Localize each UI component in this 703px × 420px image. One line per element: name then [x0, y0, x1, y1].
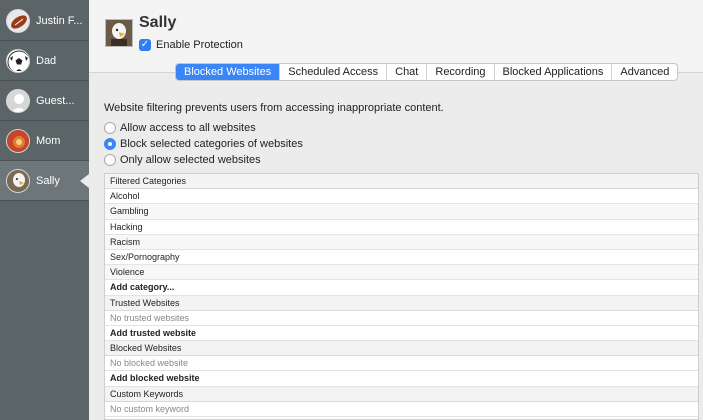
list-header-filtered-categories: Filtered Categories: [105, 174, 698, 190]
keywords-empty-text: No custom keyword: [105, 402, 698, 417]
category-item[interactable]: Sex/Pornography: [105, 250, 698, 266]
add-category-button[interactable]: Add category...: [105, 280, 698, 296]
sidebar-user-dad[interactable]: Dad: [0, 41, 89, 81]
sidebar-user-justin[interactable]: Justin F...: [0, 1, 89, 41]
tab-scheduled-access[interactable]: Scheduled Access: [280, 64, 388, 80]
sidebar-user-name: Guest...: [36, 94, 75, 107]
sidebar-user-name: Mom: [36, 134, 61, 147]
category-item[interactable]: Alcohol: [105, 189, 698, 205]
sidebar-user-name: Justin F...: [36, 14, 83, 27]
category-item[interactable]: Racism: [105, 234, 698, 250]
flower-avatar-icon: [6, 128, 30, 153]
option-allow-all[interactable]: Allow access to all websites: [104, 122, 256, 134]
radio-button-selected[interactable]: [104, 138, 116, 150]
tab-advanced[interactable]: Advanced: [612, 64, 677, 80]
tab-blocked-applications[interactable]: Blocked Applications: [495, 64, 613, 80]
category-item[interactable]: Gambling: [105, 204, 698, 220]
tab-recording[interactable]: Recording: [427, 64, 495, 80]
sidebar-user-name: Dad: [36, 54, 57, 67]
filter-description: Website filtering prevents users from ac…: [104, 102, 444, 114]
option-label: Block selected categories of websites: [120, 138, 303, 150]
website-filter-list: Filtered Categories Alcohol Gambling Hac…: [104, 173, 699, 420]
radio-button[interactable]: [104, 154, 116, 166]
add-blocked-website-button[interactable]: Add blocked website: [105, 371, 698, 387]
enable-protection-row[interactable]: ✓ Enable Protection: [139, 39, 243, 51]
list-header-blocked-websites: Blocked Websites: [105, 341, 698, 357]
tab-blocked-websites[interactable]: Blocked Websites: [176, 64, 281, 80]
option-label: Only allow selected websites: [120, 154, 261, 166]
eagle-avatar-icon: [6, 168, 30, 193]
list-header-custom-keywords: Custom Keywords: [105, 386, 698, 402]
option-label: Allow access to all websites: [120, 122, 256, 134]
list-header-trusted-websites: Trusted Websites: [105, 295, 698, 311]
sidebar-user-name: Sally: [36, 174, 60, 187]
enable-protection-checkbox[interactable]: ✓: [139, 39, 151, 51]
category-item[interactable]: Violence: [105, 265, 698, 281]
sidebar-user-mom[interactable]: Mom: [0, 121, 89, 161]
option-block-selected[interactable]: Block selected categories of websites: [104, 138, 303, 150]
trusted-empty-text: No trusted websites: [105, 311, 698, 326]
generic-person-avatar-icon: [6, 88, 30, 113]
user-sidebar: Justin F... Dad Guest... Mom Sally: [0, 0, 89, 420]
page-title: Sally: [139, 14, 177, 31]
add-trusted-website-button[interactable]: Add trusted website: [105, 325, 698, 342]
blocked-empty-text: No blocked website: [105, 356, 698, 372]
eagle-profile-icon[interactable]: [105, 19, 133, 47]
tab-bar: Blocked Websites Scheduled Access Chat R…: [175, 63, 679, 81]
category-item[interactable]: Hacking: [105, 220, 698, 235]
tab-chat[interactable]: Chat: [387, 64, 428, 80]
sidebar-user-sally[interactable]: Sally: [0, 161, 89, 201]
option-only-allow[interactable]: Only allow selected websites: [104, 154, 261, 166]
radio-button[interactable]: [104, 122, 116, 134]
football-avatar-icon: [6, 8, 30, 33]
soccer-ball-avatar-icon: [6, 48, 30, 73]
sidebar-user-guest[interactable]: Guest...: [0, 81, 89, 121]
enable-protection-label: Enable Protection: [156, 39, 243, 51]
selection-pointer: [80, 174, 89, 188]
